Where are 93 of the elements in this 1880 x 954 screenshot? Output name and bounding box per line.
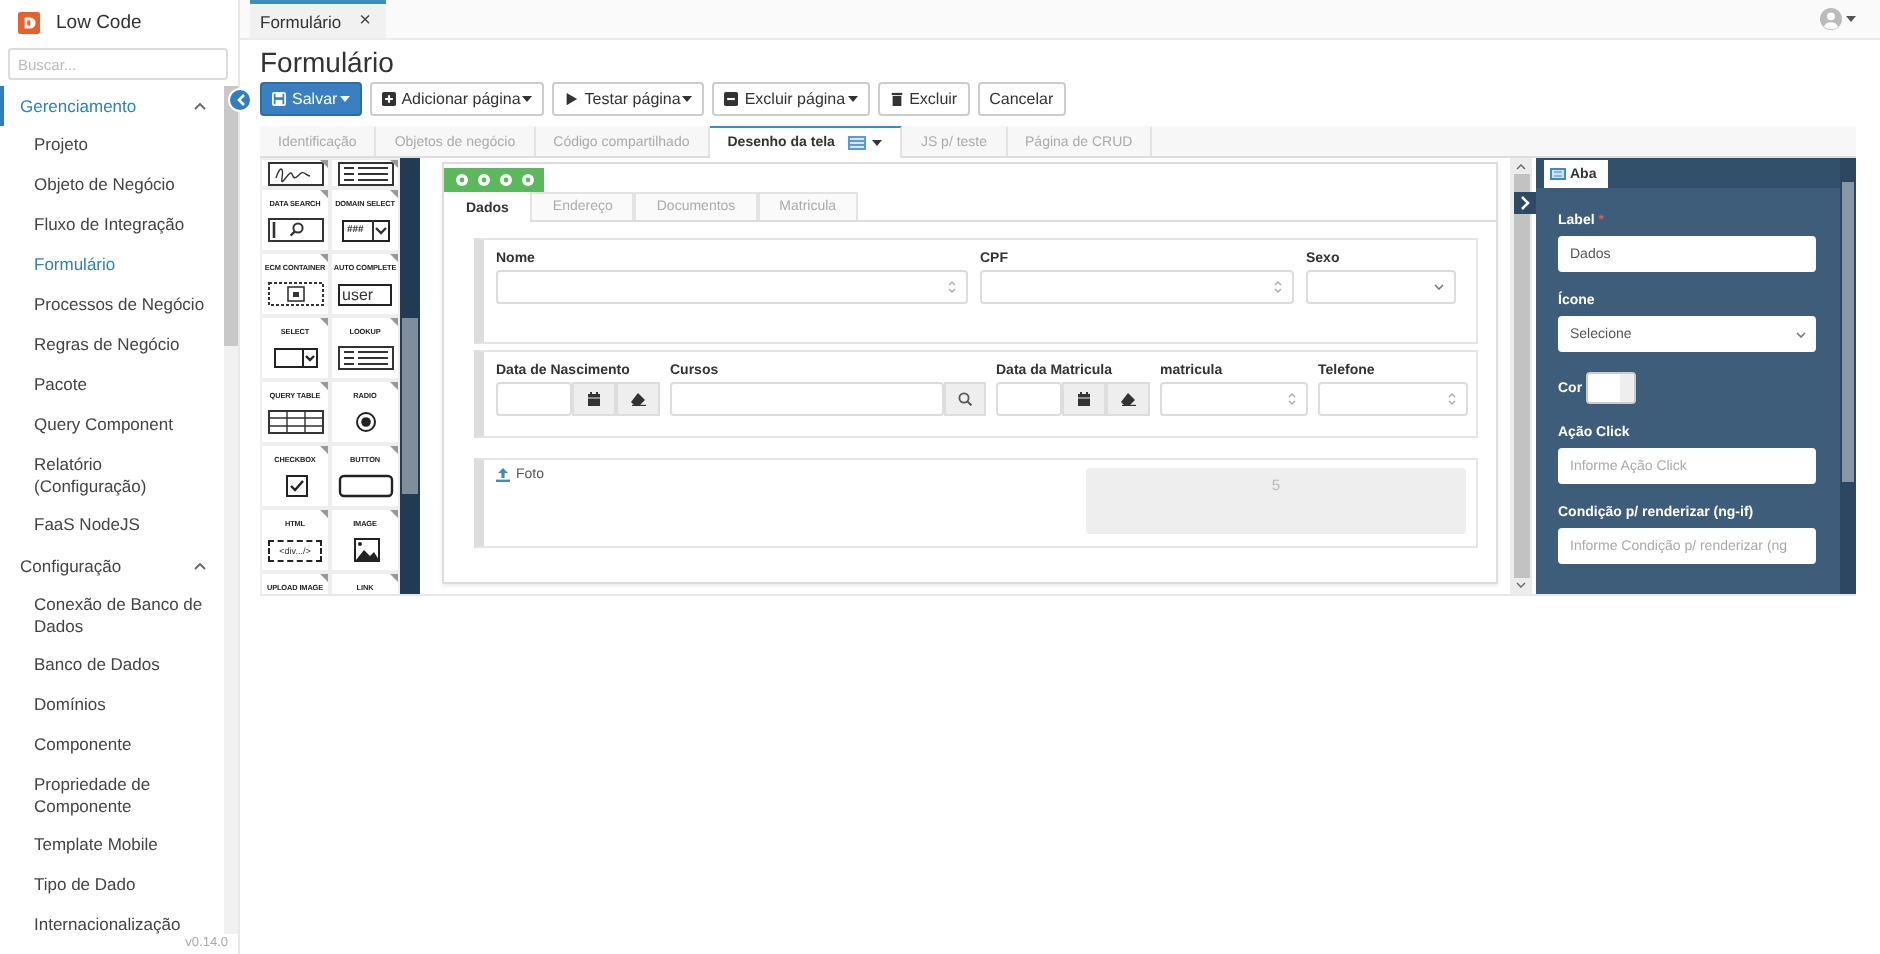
spinner-icon — [1274, 280, 1282, 294]
nav-item[interactable]: Domínios — [0, 686, 224, 726]
eraser-icon — [1120, 392, 1136, 406]
nav-item[interactable]: Processos de Negócio — [0, 286, 224, 326]
toolbar-button[interactable]: Excluir — [877, 82, 970, 116]
caret-icon — [872, 140, 883, 146]
nav-item[interactable]: Relatório (Configuração) — [0, 446, 224, 506]
document-tab[interactable]: Formulário × — [250, 0, 387, 38]
caret-icon — [847, 96, 858, 102]
input-field[interactable] — [1160, 382, 1308, 416]
scrollbar[interactable] — [1510, 158, 1532, 594]
avatar-icon[interactable] — [1820, 8, 1842, 30]
chevron-up-icon — [1516, 164, 1526, 170]
search-icon — [267, 218, 323, 242]
collapse-button[interactable] — [228, 88, 252, 112]
nav-item[interactable]: Internacionalização — [0, 906, 224, 934]
calendar-button[interactable] — [572, 382, 616, 416]
spinner-icon — [1448, 392, 1456, 406]
input-field[interactable] — [670, 382, 944, 416]
button-shape-icon — [337, 474, 393, 498]
search-icon — [958, 392, 972, 406]
nav-item[interactable]: Objeto de Negócio — [0, 166, 224, 206]
text-preview: user — [338, 283, 392, 305]
palette-item[interactable] — [260, 158, 330, 188]
search-button[interactable] — [944, 382, 986, 416]
chevron-right-icon — [1520, 196, 1530, 210]
group-label[interactable]: Configuração — [0, 546, 122, 586]
group-label[interactable]: Gerenciamento — [0, 86, 137, 126]
scrollbar[interactable] — [400, 158, 420, 594]
chevron-down-icon — [1516, 582, 1526, 588]
nav-item[interactable]: Fluxo de Integração — [0, 206, 224, 246]
trash-icon — [889, 92, 904, 106]
nav-item[interactable]: Formulário — [0, 246, 224, 286]
tab-label: Formulário — [260, 11, 342, 31]
app-title: Low Code — [56, 11, 142, 33]
caret-icon — [522, 96, 533, 102]
expand-button[interactable] — [1514, 192, 1536, 214]
chevron-left-icon — [235, 94, 245, 106]
close-button[interactable]: × — [359, 10, 371, 32]
list-icon — [337, 346, 393, 370]
save-icon — [272, 92, 286, 106]
input-field[interactable] — [496, 270, 968, 304]
list-icon — [848, 136, 867, 150]
nav-item[interactable]: Pacote — [0, 366, 224, 406]
select-field[interactable] — [1306, 270, 1456, 304]
scrollbar[interactable] — [224, 86, 238, 934]
eraser-icon — [630, 392, 646, 406]
toolbar-button[interactable]: Cancelar — [977, 82, 1066, 116]
card-icon — [1550, 168, 1566, 180]
input-field[interactable] — [1318, 382, 1468, 416]
input-field[interactable] — [996, 382, 1062, 416]
chevron-down-icon — [1434, 284, 1444, 290]
toolbar-button[interactable]: Testar página — [552, 82, 705, 116]
page-title: Formulário — [260, 44, 396, 80]
calendar-icon — [588, 392, 600, 406]
signature-icon — [267, 162, 323, 186]
nav-item[interactable]: Conexão de Banco de Dados — [0, 586, 224, 646]
logo-icon — [18, 11, 40, 33]
caret-icon — [1846, 16, 1856, 22]
play-icon — [564, 92, 579, 106]
list-icon — [337, 162, 393, 186]
chevron-down-icon — [1796, 331, 1806, 337]
spinner-icon — [948, 280, 956, 294]
nav-item[interactable]: Propriedade de Componente — [0, 766, 224, 826]
chevron-down-icon — [371, 220, 387, 240]
nav-item[interactable]: Regras de Negócio — [0, 326, 224, 366]
nav-item[interactable]: Banco de Dados — [0, 646, 224, 686]
calendar-icon — [1078, 392, 1090, 406]
calendar-button[interactable] — [1062, 382, 1106, 416]
upload-icon — [496, 468, 510, 482]
nav-item[interactable]: Template Mobile — [0, 826, 224, 866]
eraser-button[interactable] — [616, 382, 660, 416]
spinner-icon — [1288, 392, 1296, 406]
palette-item[interactable] — [330, 158, 400, 188]
toolbar-button[interactable]: Excluir página — [712, 82, 870, 116]
color-picker[interactable] — [1586, 372, 1637, 404]
plus-icon — [381, 92, 396, 106]
input-field[interactable] — [980, 270, 1294, 304]
input-field[interactable] — [496, 382, 572, 416]
minus-icon — [724, 92, 739, 106]
scrollbar[interactable] — [1840, 158, 1856, 594]
nav-item[interactable]: Query Component — [0, 406, 224, 446]
caret-icon — [682, 96, 693, 102]
toolbar-button[interactable]: Salvar — [260, 82, 362, 116]
nav-item[interactable]: Tipo de Dado — [0, 866, 224, 906]
nav-item[interactable]: Componente — [0, 726, 224, 766]
container-icon — [267, 282, 323, 306]
nav-item[interactable]: Projeto — [0, 126, 224, 166]
toolbar-button[interactable]: Adicionar página — [369, 82, 545, 116]
caret-icon — [339, 96, 350, 102]
nav-item[interactable]: FaaS NodeJS — [0, 506, 224, 546]
table-icon — [267, 410, 323, 434]
eraser-button[interactable] — [1106, 382, 1150, 416]
